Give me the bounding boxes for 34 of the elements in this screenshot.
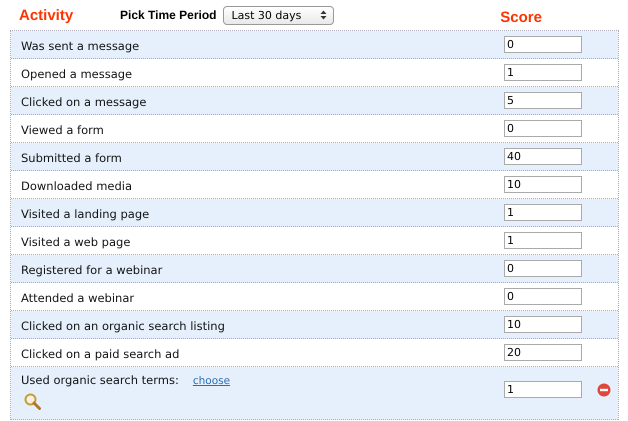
score-field[interactable]: 0 bbox=[504, 288, 582, 305]
score-field[interactable]: 20 bbox=[504, 344, 582, 361]
activity-label: Visited a landing page bbox=[21, 207, 150, 221]
period-select[interactable]: Last 30 days bbox=[222, 6, 334, 24]
score-field[interactable]: 1 bbox=[504, 64, 582, 81]
score-field[interactable]: 10 bbox=[504, 316, 582, 333]
period-label: Pick Time Period bbox=[120, 8, 216, 22]
score-field[interactable]: 1 bbox=[504, 232, 582, 249]
choose-link[interactable]: choose bbox=[192, 375, 230, 387]
search-icon[interactable] bbox=[24, 393, 41, 410]
activity-label: Clicked on a paid search ad bbox=[21, 347, 180, 361]
activity-label: Clicked on an organic search listing bbox=[21, 319, 225, 333]
activity-label: Submitted a form bbox=[21, 151, 122, 165]
score-field[interactable]: 1 bbox=[504, 204, 582, 221]
activity-label: Visited a web page bbox=[21, 235, 130, 249]
column-header: Activity bbox=[19, 6, 74, 24]
activity-label: Clicked on a message bbox=[21, 95, 146, 109]
score-field[interactable]: 5 bbox=[504, 92, 582, 109]
activity-label: Used organic search terms: bbox=[21, 373, 179, 387]
column-header: Score bbox=[500, 8, 542, 26]
score-field[interactable]: 0 bbox=[504, 120, 582, 137]
activity-label: Was sent a message bbox=[21, 39, 140, 53]
score-field[interactable]: 0 bbox=[504, 260, 582, 277]
score-field[interactable]: 0 bbox=[504, 36, 582, 53]
activity-label: Opened a message bbox=[21, 67, 132, 81]
activity-label: Registered for a webinar bbox=[21, 263, 162, 277]
activity-label: Downloaded media bbox=[21, 179, 132, 193]
activity-label: Viewed a form bbox=[21, 123, 104, 137]
score-field[interactable]: 10 bbox=[504, 176, 582, 193]
score-field[interactable]: 40 bbox=[504, 148, 582, 165]
remove-icon[interactable] bbox=[597, 382, 611, 396]
updown-arrows-icon bbox=[320, 10, 326, 20]
activity-label: Attended a webinar bbox=[21, 291, 134, 305]
score-field[interactable]: 1 bbox=[504, 381, 582, 398]
